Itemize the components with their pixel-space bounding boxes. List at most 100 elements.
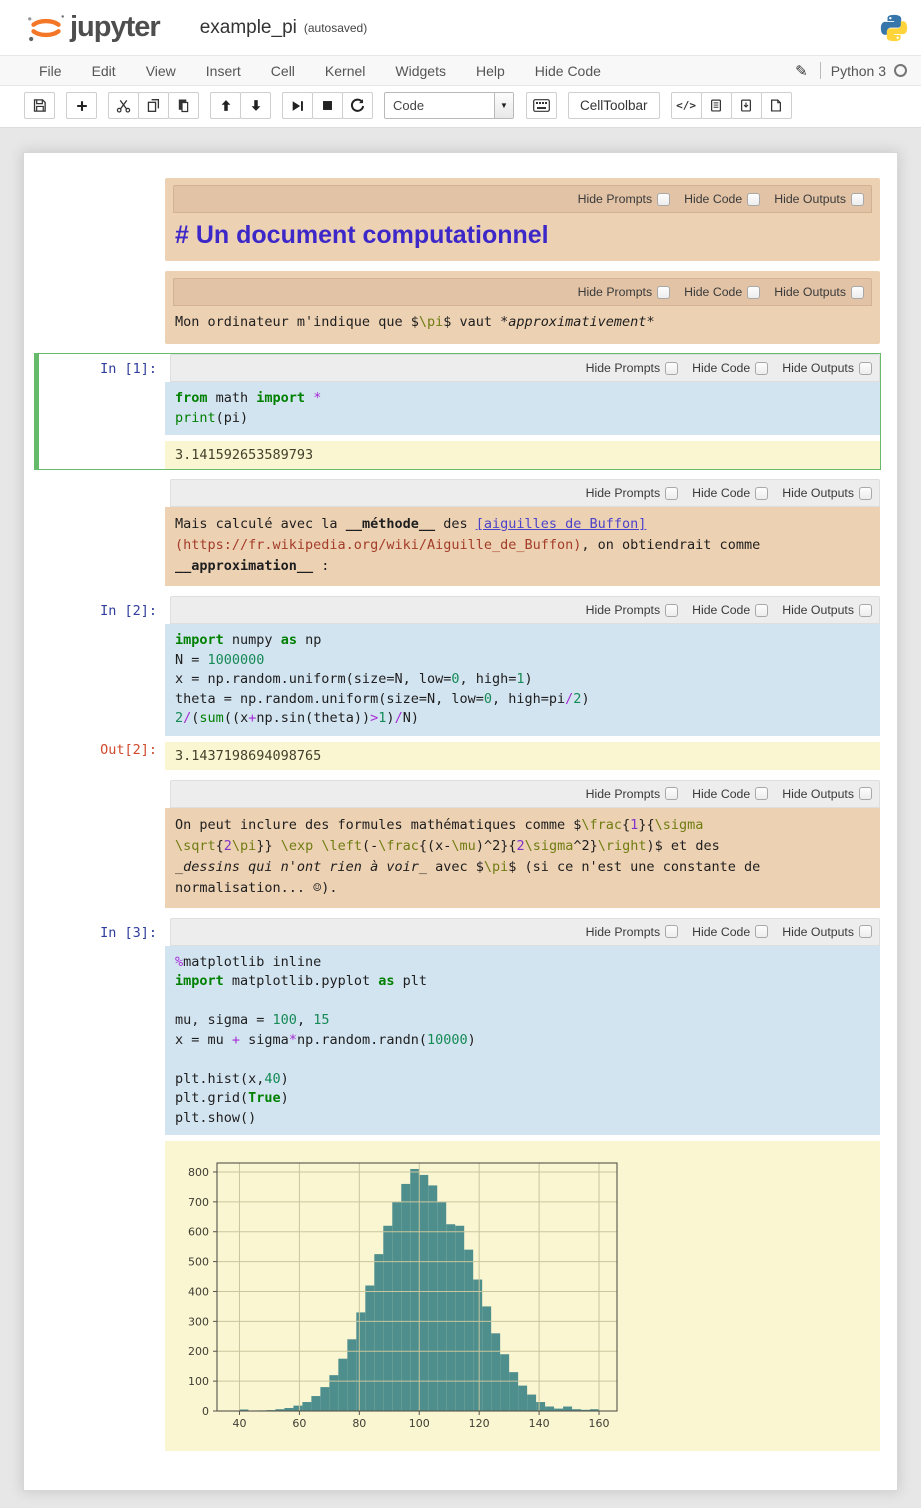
menu-item-kernel[interactable]: Kernel — [310, 56, 380, 85]
markdown-source[interactable]: On peut inclure des formules mathématiqu… — [165, 808, 880, 908]
menu-item-insert[interactable]: Insert — [191, 56, 256, 85]
code-token: des — [435, 516, 476, 532]
hide-outputs-checkbox[interactable] — [851, 193, 864, 206]
hide-code-checkbox[interactable] — [747, 193, 760, 206]
cell-toolbar-label: Hide Code — [692, 361, 750, 375]
cell-toolbar-label: Hide Outputs — [774, 285, 846, 299]
page-lines-button[interactable] — [701, 92, 732, 119]
cut-cell-button[interactable] — [108, 92, 139, 119]
code-token: mu, sigma = — [175, 1012, 273, 1028]
paste-cell-icon — [176, 98, 191, 113]
hide-prompts-checkbox[interactable] — [665, 787, 678, 800]
markdown-cell[interactable]: Hide PromptsHide CodeHide Outputs# Un do… — [34, 177, 881, 262]
hide-code-checkbox[interactable] — [755, 925, 768, 938]
page-export-button[interactable] — [731, 92, 762, 119]
markdown-edit-area[interactable]: Hide PromptsHide CodeHide Outputs# Un do… — [165, 178, 880, 261]
hide-prompts-checkbox[interactable] — [665, 487, 678, 500]
menu-item-file[interactable]: File — [24, 56, 77, 85]
hide-outputs-checkbox[interactable] — [859, 787, 872, 800]
code-token: * — [313, 390, 321, 406]
code-token: )^2}{ — [476, 838, 517, 854]
code-token: _dessins qui n'ont rien à voir_ — [175, 859, 427, 875]
code-token: N = — [175, 652, 208, 668]
code-token: True — [248, 1090, 281, 1106]
save-button[interactable] — [24, 92, 55, 119]
output-prompt: Out[2]: — [39, 736, 165, 770]
hide-prompts-checkbox[interactable] — [665, 362, 678, 375]
menu-item-widgets[interactable]: Widgets — [380, 56, 461, 85]
celltoolbar-button[interactable]: CellToolbar — [568, 92, 660, 119]
cell-toolbar: Hide PromptsHide CodeHide Outputs — [173, 185, 872, 213]
code-token: import — [256, 390, 305, 406]
hide-code-checkbox[interactable] — [755, 604, 768, 617]
stop-kernel-button[interactable] — [312, 92, 343, 119]
hide-prompts-checkbox[interactable] — [665, 925, 678, 938]
toggle-code-button[interactable]: </> — [671, 92, 702, 119]
code-cell[interactable]: In [3]:Hide PromptsHide CodeHide Outputs… — [34, 917, 881, 1453]
code-token: *approximativement* — [500, 314, 654, 330]
cut-cell-icon — [116, 98, 131, 113]
menu-item-cell[interactable]: Cell — [256, 56, 310, 85]
restart-kernel-button[interactable] — [342, 92, 373, 119]
code-cell[interactable]: In [1]:Hide PromptsHide CodeHide Outputs… — [34, 353, 881, 470]
code-editor[interactable]: from math import *print(pi) — [165, 382, 880, 435]
copy-cell-button[interactable] — [138, 92, 169, 119]
kernel-status-icon — [894, 64, 907, 77]
menu-item-edit[interactable]: Edit — [77, 56, 131, 85]
markdown-cell[interactable]: Hide PromptsHide CodeHide OutputsMais ca… — [34, 478, 881, 587]
code-token: {(x- — [419, 838, 452, 854]
command-palette-button[interactable] — [526, 92, 557, 119]
svg-text:300: 300 — [188, 1315, 209, 1328]
code-token: (https://fr.wikipedia.org/wiki/Aiguille_… — [175, 537, 581, 553]
hide-code-checkbox[interactable] — [747, 286, 760, 299]
move-up-button[interactable] — [210, 92, 241, 119]
text-output: 3.1437198694098765 — [165, 742, 880, 770]
code-token: ) — [468, 1032, 476, 1048]
cell-toolbar: Hide PromptsHide CodeHide Outputs — [170, 596, 880, 624]
hide-outputs-checkbox[interactable] — [859, 925, 872, 938]
code-token: matplotlib.pyplot — [224, 973, 378, 989]
hide-outputs-checkbox[interactable] — [859, 362, 872, 375]
code-token: 40 — [264, 1071, 280, 1087]
menu-item-hide-code[interactable]: Hide Code — [520, 56, 616, 85]
jupyter-logo[interactable]: jupyter — [24, 11, 160, 44]
markdown-source: # Un document computationnel — [173, 213, 872, 252]
notebook-title[interactable]: example_pi — [200, 17, 297, 39]
paste-cell-button[interactable] — [168, 92, 199, 119]
move-down-button[interactable] — [240, 92, 271, 119]
code-token: print — [175, 410, 216, 426]
hide-outputs-checkbox[interactable] — [851, 286, 864, 299]
code-token: / — [395, 710, 403, 726]
markdown-cell[interactable]: Hide PromptsHide CodeHide OutputsMon ord… — [34, 270, 881, 345]
hide-outputs-checkbox[interactable] — [859, 487, 872, 500]
code-token: ) — [281, 1090, 289, 1106]
hide-code-checkbox[interactable] — [755, 487, 768, 500]
svg-text:100: 100 — [188, 1375, 209, 1388]
hide-prompts-checkbox[interactable] — [657, 286, 670, 299]
hide-prompts-checkbox[interactable] — [657, 193, 670, 206]
add-cell-button[interactable] — [66, 92, 97, 119]
menu-item-view[interactable]: View — [131, 56, 191, 85]
hide-code-checkbox[interactable] — [755, 787, 768, 800]
code-cell[interactable]: In [2]:Hide PromptsHide CodeHide Outputs… — [34, 595, 881, 771]
markdown-edit-area[interactable]: Hide PromptsHide CodeHide OutputsMon ord… — [165, 271, 880, 344]
code-editor[interactable]: import numpy as npN = 1000000x = np.rand… — [165, 624, 880, 736]
run-cell-button[interactable] — [282, 92, 313, 119]
markdown-link[interactable]: [aiguilles de Buffon] — [476, 516, 647, 532]
hide-prompts-checkbox[interactable] — [665, 604, 678, 617]
code-editor[interactable]: %matplotlib inlineimport matplotlib.pypl… — [165, 946, 880, 1136]
hide-code-checkbox[interactable] — [755, 362, 768, 375]
markdown-cell[interactable]: Hide PromptsHide CodeHide OutputsOn peut… — [34, 779, 881, 909]
menu-item-help[interactable]: Help — [461, 56, 520, 85]
page-blank-button[interactable] — [761, 92, 792, 119]
edit-title-pencil-icon[interactable]: ✎ — [795, 62, 808, 80]
markdown-source[interactable]: Mais calculé avec la __méthode__ des [ai… — [165, 507, 880, 586]
hide-outputs-checkbox[interactable] — [859, 604, 872, 617]
code-token: ^2} — [573, 838, 597, 854]
cell-type-dropdown[interactable]: Code ▼ — [384, 92, 514, 119]
restart-kernel-icon — [350, 98, 365, 113]
code-token: avec $ — [427, 859, 484, 875]
code-token: + — [232, 1032, 240, 1048]
code-token: 1000000 — [208, 652, 265, 668]
code-token: ) — [386, 710, 394, 726]
